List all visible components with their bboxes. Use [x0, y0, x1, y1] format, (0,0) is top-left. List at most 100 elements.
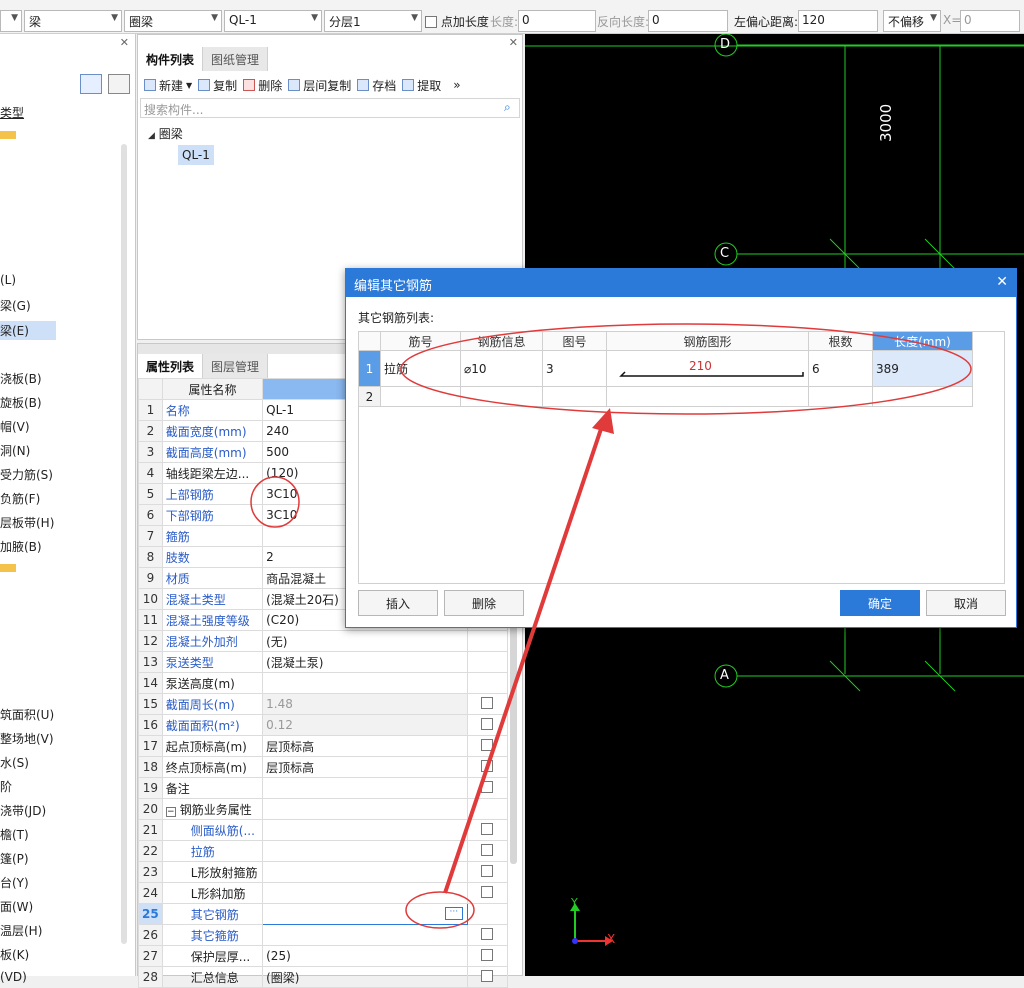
- table-row[interactable]: 14 泵送高度(m): [138, 672, 509, 694]
- type-list-item[interactable]: 水(S): [0, 754, 29, 771]
- type-list-item[interactable]: 檐(T): [0, 826, 29, 843]
- combo-layer[interactable]: ▼: [0, 10, 22, 32]
- cell-rebar-no[interactable]: 拉筋: [380, 350, 461, 387]
- property-value[interactable]: 层顶标高: [262, 735, 468, 757]
- property-value[interactable]: (混凝土泵): [262, 651, 468, 673]
- table-row[interactable]: 20− 钢筋业务属性: [138, 798, 509, 820]
- tree-item-ql1[interactable]: QL-1: [178, 145, 214, 165]
- reverse-length-input[interactable]: 0: [648, 10, 728, 32]
- combo-subtype[interactable]: 圈梁 ▼: [124, 10, 222, 32]
- table-row[interactable]: 17 起点顶标高(m) 层顶标高: [138, 735, 509, 757]
- type-list-item[interactable]: (VD): [0, 970, 27, 984]
- property-value[interactable]: [262, 672, 468, 694]
- cell-rebar-info[interactable]: ⌀10: [460, 350, 543, 387]
- table-row[interactable]: 12 混凝土外加剂 (无): [138, 630, 509, 652]
- type-list-item[interactable]: 梁(E): [0, 321, 56, 340]
- type-list-item[interactable]: 板(K): [0, 946, 29, 963]
- close-icon[interactable]: ✕: [509, 36, 518, 49]
- table-row[interactable]: 21 侧面纵筋(...: [138, 819, 509, 841]
- type-list-item[interactable]: 梁(G): [0, 297, 31, 314]
- table-row[interactable]: 26 其它箍筋: [138, 924, 509, 946]
- type-list-item[interactable]: 浇板(B): [0, 370, 42, 387]
- checkbox[interactable]: [481, 696, 494, 709]
- offset-input[interactable]: 120: [798, 10, 878, 32]
- type-list-item[interactable]: 浇带(JD): [0, 802, 46, 819]
- more-icon[interactable]: »: [453, 78, 460, 92]
- combo-floor[interactable]: 分层1 ▼: [324, 10, 422, 32]
- property-value[interactable]: ···: [262, 903, 468, 925]
- checkbox[interactable]: [481, 717, 494, 730]
- delete-button[interactable]: 删除: [243, 77, 282, 94]
- checkbox[interactable]: [481, 780, 494, 793]
- cell-length[interactable]: [872, 386, 973, 407]
- checkbox[interactable]: [481, 738, 494, 751]
- property-value[interactable]: 0.12: [262, 714, 468, 736]
- scrollbar[interactable]: [121, 144, 127, 944]
- table-row[interactable]: 2: [358, 386, 973, 407]
- cancel-button[interactable]: 取消: [926, 590, 1006, 616]
- property-value[interactable]: [262, 819, 468, 841]
- type-list-item[interactable]: (L): [0, 273, 16, 287]
- more-options-button[interactable]: ···: [444, 907, 463, 920]
- type-list-item[interactable]: 负筋(F): [0, 490, 40, 507]
- table-row[interactable]: 15 截面周长(m) 1.48: [138, 693, 509, 715]
- checkbox[interactable]: [481, 864, 494, 877]
- collapse-icon[interactable]: ◢: [148, 131, 155, 141]
- new-button[interactable]: 新建 ▼: [144, 77, 192, 94]
- type-list-item[interactable]: 温层(H): [0, 922, 42, 939]
- extract-button[interactable]: 提取: [402, 77, 441, 94]
- checkbox[interactable]: [481, 927, 494, 940]
- tree-root[interactable]: ◢ 圈梁: [148, 125, 183, 142]
- cell-rebar-no[interactable]: [380, 386, 461, 407]
- cell-length[interactable]: 389: [872, 350, 973, 387]
- type-list-item[interactable]: 筑面积(U): [0, 706, 54, 723]
- cell-figure-no[interactable]: 3: [542, 350, 607, 387]
- type-list-item[interactable]: 层板带(H): [0, 514, 54, 531]
- collapse-icon[interactable]: −: [165, 806, 176, 817]
- table-row[interactable]: 19 备注: [138, 777, 509, 799]
- cell-rebar-shape[interactable]: 210: [606, 350, 809, 387]
- type-list-item[interactable]: 类型: [0, 104, 24, 121]
- table-row[interactable]: 27 保护层厚... (25): [138, 945, 509, 967]
- component-search-input[interactable]: 搜索构件...: [140, 98, 520, 118]
- property-value[interactable]: [262, 777, 468, 799]
- length-input[interactable]: 0: [518, 10, 596, 32]
- checkbox[interactable]: [481, 759, 494, 772]
- search-icon[interactable]: ⌕: [504, 100, 511, 115]
- checkbox[interactable]: [481, 948, 494, 961]
- point-length-checkbox[interactable]: 点加长度: [425, 13, 489, 30]
- checkbox[interactable]: [481, 843, 494, 856]
- property-value[interactable]: (25): [262, 945, 468, 967]
- combo-component[interactable]: QL-1 ▼: [224, 10, 322, 32]
- type-list-item[interactable]: 洞(N): [0, 442, 30, 459]
- table-row[interactable]: 18 终点顶标高(m) 层顶标高: [138, 756, 509, 778]
- copy-button[interactable]: 复制: [198, 77, 237, 94]
- property-value[interactable]: (圈梁): [262, 966, 468, 988]
- property-value[interactable]: 层顶标高: [262, 756, 468, 778]
- table-row[interactable]: 28 汇总信息 (圈梁): [138, 966, 509, 988]
- insert-button[interactable]: 插入: [358, 590, 438, 616]
- offset-mode-combo[interactable]: 不偏移 ▼: [883, 10, 941, 32]
- x-input[interactable]: 0: [960, 10, 1020, 32]
- table-row[interactable]: 22 拉筋: [138, 840, 509, 862]
- checkbox[interactable]: [481, 822, 494, 835]
- delete-row-button[interactable]: 删除: [444, 590, 524, 616]
- type-list-item[interactable]: 台(Y): [0, 874, 29, 891]
- checkbox[interactable]: [481, 885, 494, 898]
- type-list-item[interactable]: 加腋(B): [0, 538, 42, 555]
- property-value[interactable]: [262, 882, 468, 904]
- cell-rebar-info[interactable]: [460, 386, 543, 407]
- property-value[interactable]: (无): [262, 630, 468, 652]
- property-value[interactable]: [262, 861, 468, 883]
- table-row[interactable]: 24 L形斜加筋: [138, 882, 509, 904]
- cell-rebar-shape[interactable]: [606, 386, 809, 407]
- type-list-item[interactable]: 阶: [0, 778, 12, 795]
- checkbox[interactable]: [425, 16, 437, 28]
- floor-copy-button[interactable]: 层间复制: [288, 77, 351, 94]
- tab-drawing-management[interactable]: 图纸管理: [203, 47, 269, 71]
- property-value[interactable]: [262, 924, 468, 946]
- type-list-item[interactable]: 整场地(V): [0, 730, 54, 747]
- cell-count[interactable]: [808, 386, 873, 407]
- close-icon[interactable]: ✕: [996, 274, 1008, 290]
- close-icon[interactable]: ✕: [120, 36, 129, 49]
